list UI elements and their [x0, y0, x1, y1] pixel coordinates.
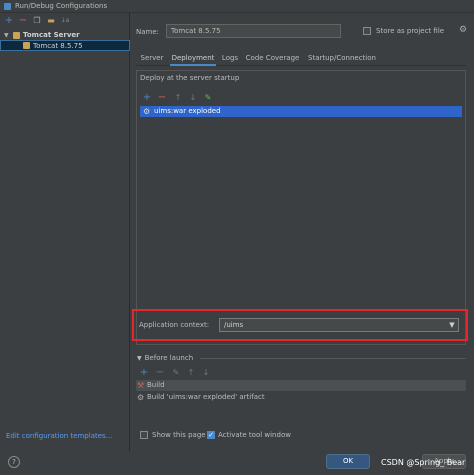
list-item-label: Build: [147, 381, 165, 389]
show-this-page-checkbox[interactable]: [140, 431, 148, 439]
tab-deployment[interactable]: Deployment: [170, 50, 216, 66]
artifact-icon: ⚙: [143, 107, 151, 116]
copy-icon[interactable]: ❐: [32, 16, 42, 26]
list-item[interactable]: ⚙ uims:war exploded: [140, 106, 462, 117]
chevron-down-icon[interactable]: ▼: [446, 319, 458, 331]
configurations-sidebar: + − ❐ ▬ ↓a ▼ Tomcat Server Tomcat 8.5.75…: [0, 13, 130, 461]
edit-icon[interactable]: ✎: [203, 93, 213, 103]
before-launch-title: Before launch: [144, 354, 194, 362]
sidebar-toolbar: + − ❐ ▬ ↓a: [0, 13, 130, 29]
edit-templates-link[interactable]: Edit configuration templates...: [6, 432, 112, 440]
deployment-list: ⚙ uims:war exploded: [140, 104, 464, 309]
watermark: CSDN @Spring_ Bear: [381, 458, 466, 467]
deploy-title: Deploy at the server startup: [140, 74, 240, 82]
list-item-label: uims:war exploded: [154, 107, 221, 115]
name-label: Name:: [136, 28, 160, 36]
gear-icon[interactable]: ⚙: [459, 25, 467, 35]
move-down-icon[interactable]: ↓: [188, 93, 198, 103]
remove-icon[interactable]: −: [18, 16, 28, 26]
folder-icon[interactable]: ▬: [46, 16, 56, 26]
title-bar: Run/Debug Configurations: [0, 0, 474, 13]
show-this-page-label: Show this page: [152, 431, 206, 439]
application-context-label: Application context:: [139, 321, 210, 329]
activate-tool-window-checkbox[interactable]: ✓: [207, 431, 215, 439]
application-context-select[interactable]: /uims ▼: [219, 318, 459, 332]
tomcat-icon: [23, 42, 30, 49]
list-item[interactable]: ⚙ Build 'uims:war exploded' artifact: [136, 392, 466, 403]
deployment-panel: Deploy at the server startup + − ↑ ↓ ✎ ⚙…: [136, 70, 466, 345]
tab-server[interactable]: Server: [136, 50, 168, 66]
move-up-icon[interactable]: ↑: [173, 93, 183, 103]
activate-tool-window-label: Activate tool window: [218, 431, 291, 439]
sort-icon[interactable]: ↓a: [60, 16, 70, 26]
help-icon[interactable]: ?: [8, 456, 20, 468]
list-item-label: Build 'uims:war exploded' artifact: [147, 393, 265, 401]
move-down-icon[interactable]: ↓: [201, 368, 211, 378]
edit-icon[interactable]: ✎: [171, 368, 181, 378]
ok-button[interactable]: OK: [326, 454, 370, 469]
before-launch-header[interactable]: ▼ Before launch: [137, 354, 193, 362]
app-icon: [4, 3, 11, 10]
add-icon[interactable]: +: [139, 368, 149, 378]
list-item[interactable]: ⚒ Build: [136, 380, 466, 391]
artifact-icon: ⚙: [137, 393, 145, 402]
store-as-project-checkbox[interactable]: [363, 27, 371, 35]
window-title: Run/Debug Configurations: [15, 2, 108, 10]
tree-item-label: Tomcat 8.5.75: [33, 42, 83, 50]
tomcat-icon: [13, 32, 20, 39]
tree-item-tomcat-config[interactable]: Tomcat 8.5.75: [0, 40, 130, 51]
remove-icon[interactable]: −: [155, 368, 165, 378]
tab-code-coverage[interactable]: Code Coverage: [245, 50, 300, 66]
name-input[interactable]: Tomcat 8.5.75: [166, 24, 341, 38]
before-launch-list: ⚒ Build ⚙ Build 'uims:war exploded' arti…: [136, 380, 466, 422]
config-tabs: Server Deployment Logs Code Coverage Sta…: [136, 50, 466, 66]
move-up-icon[interactable]: ↑: [186, 368, 196, 378]
tab-startup-connection[interactable]: Startup/Connection: [306, 50, 378, 66]
chevron-down-icon[interactable]: ▼: [137, 355, 142, 362]
store-as-project-label: Store as project file: [376, 27, 445, 35]
add-icon[interactable]: +: [4, 16, 14, 26]
remove-icon[interactable]: −: [157, 93, 167, 103]
add-icon[interactable]: +: [142, 93, 152, 103]
tab-logs[interactable]: Logs: [219, 50, 241, 66]
hammer-icon: ⚒: [137, 381, 145, 390]
divider: [200, 358, 466, 359]
application-context-value: /uims: [224, 321, 244, 329]
